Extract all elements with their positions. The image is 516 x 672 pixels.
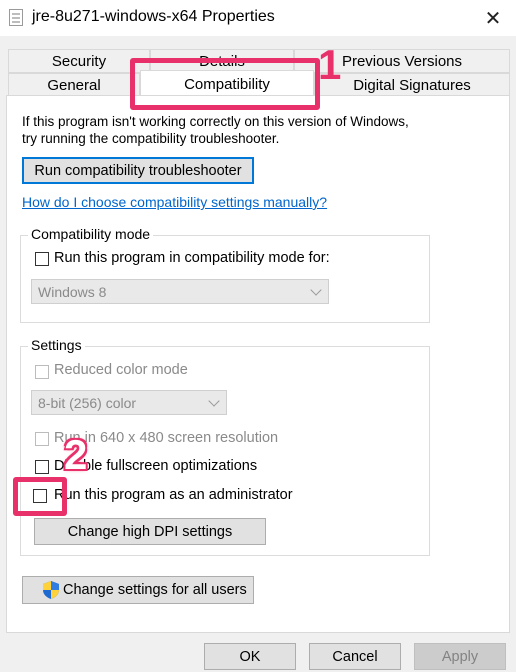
annotation-box-compatibility-tab [130, 58, 320, 110]
run-640-label: Run in 640 x 480 screen resolution [54, 430, 279, 446]
color-mode-select[interactable]: 8-bit (256) color [31, 390, 227, 415]
compat-mode-checkbox[interactable] [35, 252, 49, 266]
chevron-down-icon [208, 395, 220, 407]
help-link[interactable]: How do I choose compatibility settings m… [22, 194, 327, 210]
intro-text-line2: try running the compatibility troublesho… [22, 131, 280, 146]
run-troubleshooter-button[interactable]: Run compatibility troubleshooter [22, 157, 254, 184]
reduced-color-label: Reduced color mode [54, 362, 188, 378]
change-all-users-label: Change settings for all users [63, 582, 247, 598]
intro-text-line1: If this program isn't working correctly … [22, 114, 409, 129]
window-title: jre-8u271-windows-x64 Properties [32, 8, 275, 25]
run-as-admin-label: Run this program as an administrator [54, 487, 293, 503]
tab-digital-signatures[interactable]: Digital Signatures [314, 73, 510, 97]
os-version-select[interactable]: Windows 8 [31, 279, 329, 304]
color-mode-value: 8-bit (256) color [38, 394, 137, 411]
chevron-down-icon [310, 284, 322, 296]
apply-button[interactable]: Apply [414, 643, 506, 670]
close-button[interactable]: ✕ [470, 0, 516, 36]
cancel-button[interactable]: Cancel [309, 643, 401, 670]
tab-general[interactable]: General [8, 73, 140, 97]
change-dpi-button[interactable]: Change high DPI settings [34, 518, 266, 545]
change-all-users-button[interactable]: Change settings for all users [22, 576, 254, 604]
close-icon: ✕ [484, 7, 502, 30]
annotation-box-admin-checkbox [13, 477, 67, 516]
annotation-number-1: 1 [318, 41, 342, 88]
shield-icon [43, 581, 59, 599]
settings-label: Settings [28, 337, 85, 353]
tab-security[interactable]: Security [8, 49, 150, 73]
disable-fullscreen-checkbox[interactable] [35, 460, 49, 474]
run-640-checkbox[interactable] [35, 432, 49, 446]
document-icon [9, 9, 23, 26]
reduced-color-checkbox[interactable] [35, 365, 49, 379]
compat-mode-label: Run this program in compatibility mode f… [54, 250, 330, 266]
ok-button[interactable]: OK [204, 643, 296, 670]
compatibility-mode-label: Compatibility mode [28, 226, 154, 242]
annotation-number-2: 2 [64, 431, 88, 478]
os-version-value: Windows 8 [38, 283, 107, 300]
